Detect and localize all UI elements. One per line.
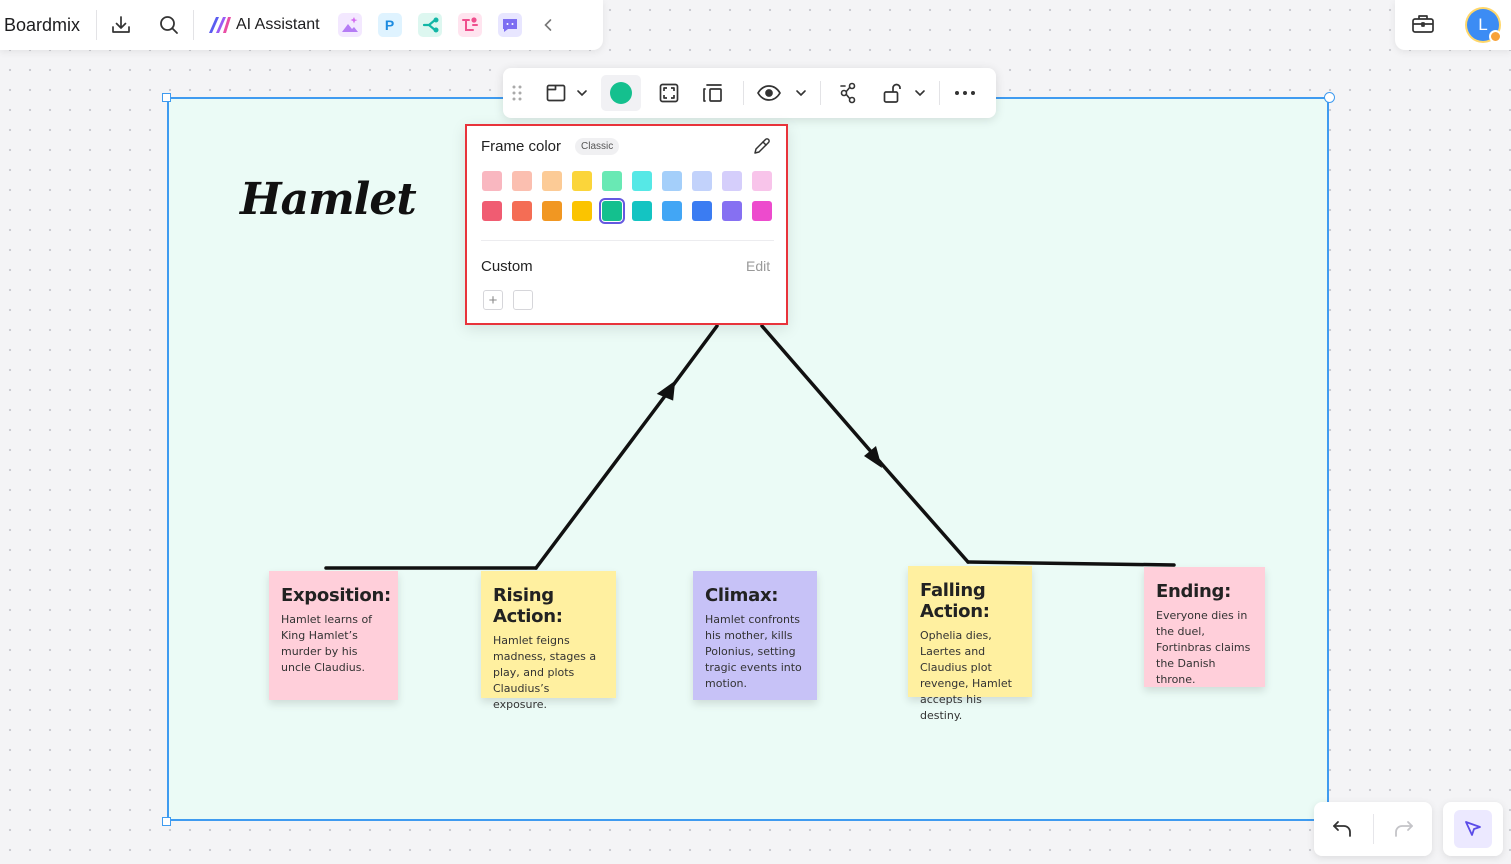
palette-badge[interactable]: Classic — [575, 138, 620, 155]
sticky-note-falling-action[interactable]: Falling Action: Ophelia dies, Laertes an… — [908, 566, 1032, 722]
color-swatch[interactable] — [752, 171, 772, 191]
rising-action-line — [672, 324, 719, 386]
color-swatch[interactable] — [482, 201, 502, 221]
board-title[interactable]: Hamlet — [240, 174, 417, 225]
note-heading: Rising Action: — [493, 585, 563, 627]
color-swatch[interactable] — [752, 201, 772, 221]
frame-color-panel: Frame color Classic Custom Edit + — [465, 124, 788, 325]
toolbar-divider — [743, 81, 744, 105]
frame-color-button[interactable] — [601, 75, 641, 111]
connector-icon[interactable] — [831, 75, 865, 111]
chevron-down-icon[interactable] — [792, 75, 810, 111]
fit-frame-icon[interactable] — [647, 75, 691, 111]
current-color-swatch — [610, 82, 632, 104]
sticky-note-ending[interactable]: Ending: Everyone dies in the duel, Forti… — [1144, 567, 1265, 687]
ending-line — [966, 560, 1176, 567]
note-body: Hamlet confronts his mother, kills Polon… — [705, 613, 802, 690]
color-swatch[interactable] — [542, 171, 562, 191]
redo-icon[interactable] — [1392, 819, 1414, 844]
custom-section-label: Custom — [481, 258, 533, 275]
falling-action-line — [878, 460, 970, 564]
edit-custom-button[interactable]: Edit — [746, 258, 770, 274]
panel-title: Frame color — [481, 138, 562, 155]
frame-layout-icon[interactable] — [539, 75, 573, 111]
unlock-icon[interactable] — [875, 75, 909, 111]
sticky-note-rising-action[interactable]: Rising Action: Hamlet feigns madness, st… — [481, 571, 616, 711]
color-swatch[interactable] — [572, 201, 592, 221]
cursor-icon — [1465, 821, 1481, 836]
color-swatch[interactable] — [662, 201, 682, 221]
color-swatch[interactable] — [512, 201, 532, 221]
arrowhead-up — [656, 380, 676, 401]
add-custom-color-button[interactable]: + — [483, 290, 503, 310]
falling-action-line — [760, 324, 882, 464]
note-body: Hamlet learns of King Hamlet’s murder by… — [281, 613, 373, 674]
color-swatch[interactable] — [482, 171, 502, 191]
note-body: Everyone dies in the duel, Fortinbras cl… — [1156, 609, 1251, 686]
color-swatch[interactable] — [632, 171, 652, 191]
toolbar-divider — [939, 81, 940, 105]
note-body: Hamlet feigns madness, stages a play, an… — [493, 634, 597, 711]
color-swatch[interactable] — [599, 198, 625, 224]
color-swatch[interactable] — [572, 171, 592, 191]
drag-handle-icon[interactable] — [505, 75, 529, 111]
note-heading: Ending: — [1156, 581, 1231, 602]
undo-icon[interactable] — [1332, 819, 1354, 844]
toolbar-divider — [1373, 814, 1374, 844]
color-swatch[interactable] — [722, 201, 742, 221]
color-swatch[interactable] — [542, 201, 562, 221]
sticky-note-exposition[interactable]: Exposition: Hamlet learns of King Hamlet… — [269, 571, 398, 700]
eye-icon[interactable] — [752, 75, 786, 111]
note-heading: Falling Action: — [920, 580, 990, 622]
custom-color-slot[interactable] — [513, 290, 533, 310]
history-controls — [1314, 802, 1432, 856]
chevron-down-icon[interactable] — [573, 75, 591, 111]
panel-divider — [481, 240, 774, 241]
chevron-down-icon[interactable] — [911, 75, 929, 111]
color-swatch[interactable] — [512, 171, 532, 191]
frame-toolbar — [503, 68, 996, 118]
toolbar-divider — [820, 81, 821, 105]
note-heading: Climax: — [705, 585, 779, 606]
color-swatch[interactable] — [602, 171, 622, 191]
color-swatch[interactable] — [692, 171, 712, 191]
tool-selector — [1443, 802, 1503, 856]
note-heading: Exposition: — [281, 585, 391, 606]
sticky-note-climax[interactable]: Climax: Hamlet confronts his mother, kil… — [693, 571, 817, 700]
more-icon[interactable] — [950, 75, 980, 111]
select-tool-button[interactable] — [1454, 810, 1492, 848]
color-swatch[interactable] — [662, 171, 682, 191]
note-body: Ophelia dies, Laertes and Claudius plot … — [920, 629, 1012, 722]
rising-action-line — [534, 382, 676, 570]
color-swatch[interactable] — [722, 171, 742, 191]
eyedropper-icon[interactable] — [753, 137, 771, 160]
color-swatch[interactable] — [632, 201, 652, 221]
frame-size-icon[interactable] — [691, 75, 735, 111]
color-swatch[interactable] — [692, 201, 712, 221]
